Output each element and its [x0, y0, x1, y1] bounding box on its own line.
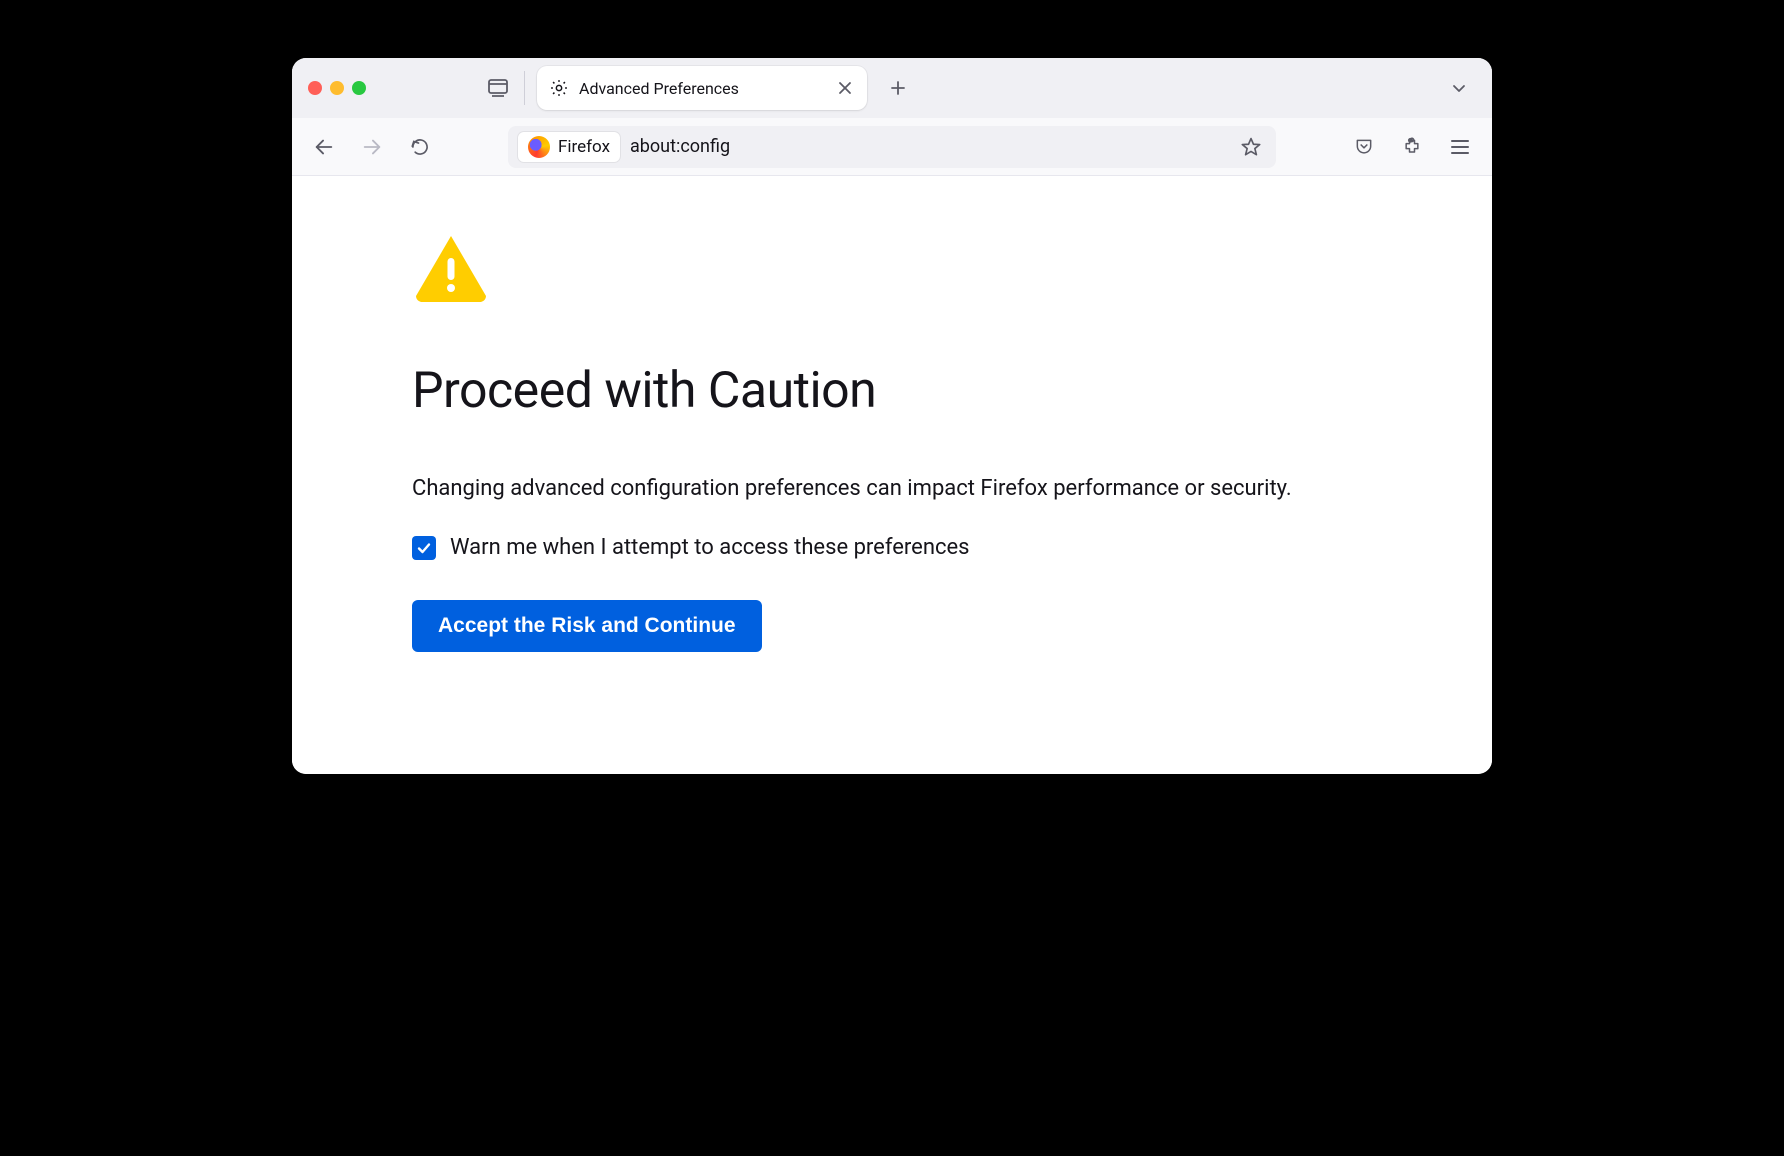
close-icon [838, 81, 852, 95]
pocket-icon [1354, 137, 1374, 157]
star-icon [1240, 136, 1262, 158]
reload-icon [410, 137, 430, 157]
warn-checkbox-row[interactable]: Warn me when I attempt to access these p… [412, 535, 1492, 560]
app-menu-button[interactable] [1440, 127, 1480, 167]
window-minimize-button[interactable] [330, 81, 344, 95]
tab-active[interactable]: Advanced Preferences [537, 66, 867, 110]
new-tab-button[interactable] [881, 71, 915, 105]
plus-icon [890, 80, 906, 96]
arrow-right-icon [361, 136, 383, 158]
tab-strip: Advanced Preferences [292, 58, 1492, 118]
sidebar-button[interactable] [484, 74, 512, 102]
sidebar-icon [488, 79, 508, 97]
chevron-down-icon [1451, 80, 1467, 96]
identity-chip[interactable]: Firefox [518, 132, 620, 162]
identity-label: Firefox [558, 137, 610, 157]
accept-risk-button[interactable]: Accept the Risk and Continue [412, 600, 762, 652]
warn-checkbox[interactable] [412, 536, 436, 560]
pocket-button[interactable] [1344, 127, 1384, 167]
back-button[interactable] [304, 127, 344, 167]
arrow-left-icon [313, 136, 335, 158]
reload-button[interactable] [400, 127, 440, 167]
forward-button[interactable] [352, 127, 392, 167]
warn-checkbox-label: Warn me when I attempt to access these p… [450, 535, 970, 560]
window-controls [308, 81, 366, 95]
tab-close-button[interactable] [833, 76, 857, 100]
window-close-button[interactable] [308, 81, 322, 95]
navigation-toolbar: Firefox about:config [292, 118, 1492, 176]
url-bar[interactable]: Firefox about:config [508, 126, 1276, 168]
page-description: Changing advanced configuration preferen… [412, 476, 1392, 501]
list-all-tabs-button[interactable] [1442, 71, 1476, 105]
extensions-button[interactable] [1392, 127, 1432, 167]
bookmark-star-button[interactable] [1236, 132, 1266, 162]
gear-icon [549, 78, 569, 98]
window-zoom-button[interactable] [352, 81, 366, 95]
puzzle-icon [1402, 137, 1422, 157]
tab-separator [524, 71, 525, 105]
page-heading: Proceed with Caution [412, 362, 1492, 420]
tab-title: Advanced Preferences [579, 79, 823, 98]
hamburger-icon [1450, 138, 1470, 156]
browser-window: Advanced Preferences Firefox [292, 58, 1492, 774]
page-content: Proceed with Caution Changing advanced c… [292, 176, 1492, 774]
warning-triangle-icon [412, 232, 1492, 306]
check-icon [416, 540, 432, 556]
url-text: about:config [630, 136, 1226, 157]
firefox-logo-icon [528, 136, 550, 158]
